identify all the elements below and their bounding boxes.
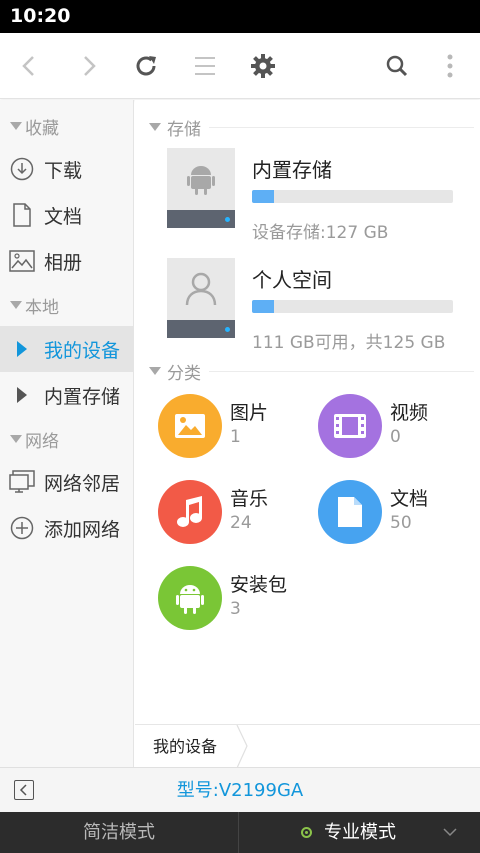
storage-name: 个人空间 (252, 268, 332, 292)
storage-usage-bar (252, 190, 453, 203)
main-content: 存储 内置存储 设备存储:127 GB 个人空间 111 GB可用，共125 G… (135, 100, 480, 724)
expand-triangle-icon (0, 341, 44, 357)
section-label: 分类 (167, 363, 201, 384)
model-label: 型号:V2199GA (176, 780, 304, 801)
mode-bar: 简洁模式 专业模式 (0, 812, 480, 853)
android-icon (158, 566, 222, 630)
category-name: 视频 (390, 402, 429, 424)
search-icon[interactable] (367, 33, 427, 99)
sidebar-item-documents[interactable]: 文档 (0, 192, 134, 238)
film-icon (318, 394, 382, 458)
category-name: 文档 (390, 488, 429, 510)
category-count: 0 (390, 427, 401, 447)
sidebar-item-label: 内置存储 (44, 385, 121, 408)
status-bar: 10:20 (0, 0, 480, 33)
category-apk[interactable]: 安装包 3 (158, 566, 308, 636)
expand-triangle-icon (0, 387, 44, 403)
storage-item-personal-space[interactable]: 个人空间 111 GB可用，共125 GB (167, 258, 467, 353)
category-count: 3 (230, 599, 241, 619)
collapse-triangle-icon (149, 123, 161, 131)
add-circle-icon (0, 516, 44, 540)
sidebar-item-album[interactable]: 相册 (0, 238, 134, 284)
active-indicator-icon (301, 827, 312, 838)
drive-icon (167, 148, 235, 228)
refresh-icon[interactable] (116, 33, 176, 99)
document-icon (0, 203, 44, 227)
sidebar-item-my-device[interactable]: 我的设备 (0, 326, 134, 372)
sidebar-item-label: 我的设备 (44, 339, 121, 362)
category-section-header: 分类 (149, 356, 474, 386)
status-time: 10:20 (10, 5, 71, 27)
sidebar-item-label: 下载 (44, 159, 83, 182)
breadcrumb-item[interactable]: 我的设备 (153, 725, 217, 768)
storage-name: 内置存储 (252, 158, 332, 182)
picture-icon (158, 394, 222, 458)
breadcrumb-separator-icon (236, 725, 248, 768)
more-icon[interactable] (420, 33, 480, 99)
category-name: 音乐 (230, 488, 269, 510)
sidebar-section-network[interactable]: 网络 (0, 424, 134, 454)
storage-info: 设备存储:127 GB (252, 223, 389, 243)
list-icon[interactable] (175, 33, 235, 99)
sidebar-section-favorites[interactable]: 收藏 (0, 111, 134, 141)
category-count: 24 (230, 513, 252, 533)
category-documents[interactable]: 文档 50 (318, 480, 468, 550)
storage-info: 111 GB可用，共125 GB (252, 333, 446, 353)
sidebar-item-label: 网络邻居 (44, 472, 121, 495)
settings-icon[interactable] (233, 33, 293, 99)
storage-usage-bar (252, 300, 453, 313)
monitor-icon (0, 470, 44, 494)
sidebar: 收藏 下载 文档 相册 本地 我的设备 内置存储 网络 网络邻居 添加网络 (0, 100, 134, 767)
pro-mode-label: 专业模式 (324, 822, 396, 843)
drive-icon (167, 258, 235, 338)
sidebar-section-label: 收藏 (25, 118, 59, 139)
category-count: 1 (230, 427, 241, 447)
chevron-down-icon[interactable] (442, 824, 458, 840)
sidebar-section-local[interactable]: 本地 (0, 290, 134, 320)
sidebar-item-label: 相册 (44, 251, 83, 274)
document-icon (318, 480, 382, 544)
toolbar (0, 33, 480, 99)
sidebar-section-label: 网络 (25, 431, 59, 452)
sidebar-item-internal-storage[interactable]: 内置存储 (0, 372, 134, 418)
pro-mode-button[interactable]: 专业模式 (240, 812, 480, 853)
breadcrumb: 我的设备 (135, 724, 480, 768)
download-icon (0, 157, 44, 181)
collapse-sidebar-icon[interactable] (14, 780, 34, 800)
storage-item-internal[interactable]: 内置存储 设备存储:127 GB (167, 148, 467, 243)
image-icon (0, 250, 44, 272)
collapse-triangle-icon (149, 367, 161, 375)
category-name: 安装包 (230, 574, 288, 596)
section-label: 存储 (167, 119, 201, 140)
forward-icon[interactable] (58, 33, 118, 99)
category-videos[interactable]: 视频 0 (318, 394, 468, 464)
category-music[interactable]: 音乐 24 (158, 480, 308, 550)
model-bar: 型号:V2199GA (0, 767, 480, 812)
sidebar-section-label: 本地 (25, 297, 59, 318)
back-icon[interactable] (0, 33, 60, 99)
sidebar-item-add-network[interactable]: 添加网络 (0, 505, 134, 551)
collapse-triangle-icon (10, 435, 22, 443)
sidebar-item-network-neighbors[interactable]: 网络邻居 (0, 459, 134, 505)
person-icon (167, 258, 235, 320)
music-note-icon (158, 480, 222, 544)
simple-mode-button[interactable]: 简洁模式 (0, 812, 239, 853)
category-pictures[interactable]: 图片 1 (158, 394, 308, 464)
sidebar-item-label: 添加网络 (44, 518, 121, 541)
sidebar-item-download[interactable]: 下载 (0, 146, 134, 192)
android-icon (167, 148, 235, 210)
storage-section-header: 存储 (149, 112, 474, 142)
collapse-triangle-icon (10, 301, 22, 309)
collapse-triangle-icon (10, 122, 22, 130)
category-count: 50 (390, 513, 412, 533)
sidebar-item-label: 文档 (44, 205, 83, 228)
category-name: 图片 (230, 402, 269, 424)
